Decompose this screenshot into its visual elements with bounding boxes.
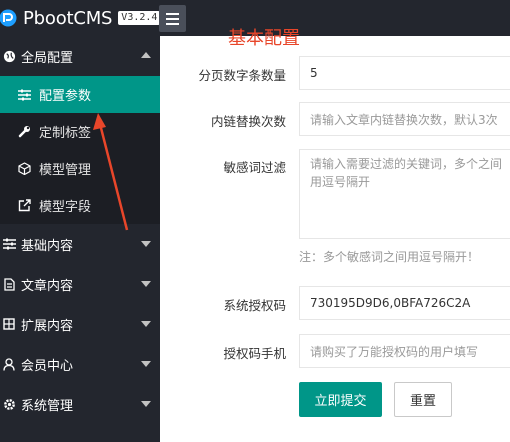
version-badge: V3.2.4: [118, 11, 161, 25]
page-heading: 基本配置: [228, 28, 300, 49]
sidebar-item-label: 会员中心: [21, 358, 74, 374]
page-size-input[interactable]: 5: [299, 56, 510, 90]
user-icon: [2, 357, 16, 371]
chevron-down-icon: [141, 361, 151, 367]
reset-button[interactable]: 重置: [394, 382, 452, 417]
hamburger-icon: [166, 12, 179, 15]
sidebar-item-label: 扩展内容: [21, 318, 74, 334]
app-name: PbootCMS: [23, 7, 113, 29]
sensitive-words-hint: 注：多个敏感词之间用逗号隔开！: [299, 250, 480, 264]
sidebar-item-label: 模型管理: [39, 163, 92, 178]
sidebar-item-label: 基础内容: [21, 238, 74, 254]
chevron-down-icon: [141, 321, 151, 327]
sidebar-item-custom-tags[interactable]: 定制标签: [0, 113, 160, 150]
logo[interactable]: PbootCMS V3.2.4: [0, 0, 161, 36]
sidebar-item-extend-content[interactable]: 扩展内容: [0, 304, 160, 344]
sliders-icon: [17, 88, 31, 102]
sidebar-item-config-params[interactable]: 配置参数: [0, 76, 160, 113]
sidebar-item-basic-content[interactable]: 基础内容: [0, 224, 160, 264]
cube-icon: [17, 162, 31, 176]
page-size-label: 分页数字条数量: [198, 68, 286, 83]
link-replace-input[interactable]: 请输入文章内链替换次数，默认3次: [299, 102, 510, 136]
auth-code-input[interactable]: 730195D9D6,0BFA726C2A: [299, 286, 510, 320]
sidebar-item-label: 配置参数: [39, 89, 92, 104]
sensitive-words-label: 敏感词过滤: [223, 160, 286, 175]
gear-icon: [2, 397, 16, 411]
wrench-icon: [17, 125, 31, 139]
puzzle-icon: [2, 317, 16, 331]
chevron-down-icon: [141, 241, 151, 247]
main-content: 基本配置 分页数字条数量 5 内链替换次数 请输入文章内链替换次数，默认3次 敏…: [160, 28, 510, 442]
globe-icon: [2, 49, 16, 63]
auth-phone-label: 授权码手机: [223, 346, 286, 361]
file-icon: [2, 277, 16, 291]
auth-phone-input[interactable]: 请购买了万能授权码的用户填写: [299, 334, 510, 368]
sidebar-item-label: 全局配置: [21, 50, 74, 66]
sidebar-item-label: 定制标签: [39, 126, 92, 141]
sensitive-words-textarea[interactable]: 请输入需要过滤的关键词，多个之间用逗号隔开: [299, 149, 510, 239]
sidebar-item-label: 模型字段: [39, 200, 92, 215]
chevron-down-icon: [141, 281, 151, 287]
sidebar-item-model-manage[interactable]: 模型管理: [0, 150, 160, 187]
sidebar-submenu: 配置参数 定制标签 模型管理 模型字段: [0, 76, 160, 224]
sidebar-item-member-center[interactable]: 会员中心: [0, 344, 160, 384]
sidebar: 全局配置 配置参数 定制标签 模型管理 模型字段 基础内容 文章内容 扩展内容 …: [0, 36, 160, 442]
sidebar-item-global-config[interactable]: 全局配置: [0, 36, 160, 76]
sidebar-item-label: 系统管理: [21, 398, 74, 414]
sidebar-item-label: 文章内容: [21, 278, 74, 294]
chevron-down-icon: [141, 401, 151, 407]
chevron-up-icon: [141, 52, 151, 58]
menu-toggle-button[interactable]: [159, 5, 186, 32]
sidebar-item-article-content[interactable]: 文章内容: [0, 264, 160, 304]
submit-button[interactable]: 立即提交: [299, 382, 382, 417]
link-replace-label: 内链替换次数: [210, 114, 286, 129]
sidebar-item-system-manage[interactable]: 系统管理: [0, 384, 160, 424]
pbootcms-logo-icon: [0, 9, 17, 27]
sidebar-item-model-fields[interactable]: 模型字段: [0, 187, 160, 224]
auth-code-label: 系统授权码: [223, 298, 286, 313]
sliders-icon: [2, 237, 16, 251]
external-link-icon: [17, 199, 31, 213]
